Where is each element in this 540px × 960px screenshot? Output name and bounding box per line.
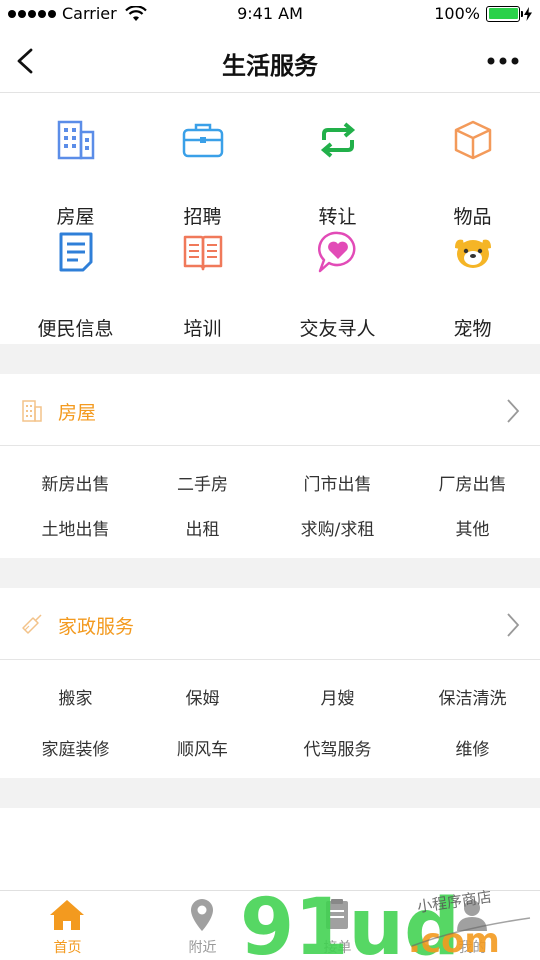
- category-transfer[interactable]: 转让: [270, 118, 405, 228]
- status-right: 100%: [434, 4, 532, 23]
- clipboard-icon: [326, 899, 348, 929]
- swap-arrows-icon: [320, 122, 356, 158]
- tab-nearby[interactable]: 附近: [135, 891, 270, 960]
- category-housing[interactable]: 房屋: [8, 118, 143, 228]
- service-item-carpool[interactable]: 顺风车: [135, 735, 270, 760]
- tab-label: 首页: [53, 940, 82, 956]
- housing-item-factory[interactable]: 厂房出售: [405, 470, 540, 495]
- battery-icon: [486, 5, 523, 22]
- broom-icon: [22, 614, 42, 634]
- more-icon[interactable]: [486, 54, 520, 68]
- category-label: 招聘: [183, 206, 222, 228]
- housing-item-new[interactable]: 新房出售: [8, 470, 143, 495]
- category-recruit[interactable]: 招聘: [135, 118, 270, 228]
- housing-item-second-hand[interactable]: 二手房: [135, 470, 270, 495]
- user-icon: [457, 900, 487, 931]
- section-divider: [0, 558, 540, 588]
- category-label: 便民信息: [37, 318, 114, 340]
- category-label: 转让: [318, 206, 357, 228]
- section-title: 家政服务: [58, 616, 135, 638]
- service-item-moving[interactable]: 搬家: [8, 684, 143, 709]
- briefcase-icon: [182, 123, 224, 158]
- category-goods[interactable]: 物品: [405, 118, 540, 228]
- housing-header[interactable]: 房屋: [0, 374, 540, 446]
- category-label: 交友寻人: [299, 318, 376, 340]
- service-item-repair[interactable]: 维修: [405, 735, 540, 760]
- section-title: 房屋: [58, 402, 97, 424]
- homeservice-header[interactable]: 家政服务: [0, 588, 540, 660]
- category-convenience[interactable]: 便民信息: [8, 230, 143, 340]
- housing-item-wanted[interactable]: 求购/求租: [270, 515, 405, 540]
- housing-item-other[interactable]: 其他: [405, 515, 540, 540]
- homeservice-section: 家政服务 搬家 保姆 月嫂 保洁清洗 家庭装修 顺风车 代驾服务 维修: [0, 588, 540, 778]
- service-item-renovation[interactable]: 家庭装修: [8, 735, 143, 760]
- heart-bubble-icon: [318, 231, 356, 273]
- category-dating[interactable]: 交友寻人: [270, 230, 405, 340]
- chevron-right-icon[interactable]: [506, 398, 520, 424]
- document-icon: [59, 232, 93, 272]
- page-title: 生活服务: [222, 52, 318, 80]
- battery-percent: 100%: [434, 4, 480, 23]
- tab-me[interactable]: 我的: [405, 891, 540, 960]
- service-item-nanny[interactable]: 保姆: [135, 684, 270, 709]
- home-icon: [50, 900, 84, 930]
- category-label: 培训: [183, 318, 222, 340]
- service-item-maternity[interactable]: 月嫂: [270, 684, 405, 709]
- tab-home[interactable]: 首页: [0, 891, 135, 960]
- tab-orders[interactable]: 接单: [270, 891, 405, 960]
- box-icon: [454, 120, 492, 160]
- status-bar: Carrier 9:41 AM 100%: [0, 0, 540, 30]
- section-divider: [0, 344, 540, 374]
- category-pet[interactable]: 宠物: [405, 230, 540, 340]
- housing-item-rent[interactable]: 出租: [135, 515, 270, 540]
- open-book-icon: [183, 235, 223, 271]
- category-label: 物品: [453, 206, 492, 228]
- location-pin-icon: [191, 899, 213, 931]
- building-icon: [57, 120, 95, 160]
- charging-bolt-icon: [524, 6, 532, 21]
- housing-section: 房屋 新房出售 二手房 门市出售 厂房出售 土地出售 出租 求购/求租 其他: [0, 374, 540, 558]
- service-item-cleaning[interactable]: 保洁清洗: [405, 684, 540, 709]
- housing-item-storefront[interactable]: 门市出售: [270, 470, 405, 495]
- navigation-bar: 生活服务: [0, 30, 540, 93]
- category-label: 房屋: [56, 206, 95, 228]
- chevron-right-icon[interactable]: [506, 612, 520, 638]
- category-label: 宠物: [453, 318, 492, 340]
- housing-item-land[interactable]: 土地出售: [8, 515, 143, 540]
- tab-label: 接单: [323, 940, 352, 956]
- tab-label: 附近: [188, 940, 217, 956]
- building-icon: [22, 400, 42, 422]
- category-grid: 房屋 招聘 转让 物品 便民信息 培训 交友寻人 宠物: [0, 94, 540, 344]
- tab-label: 我的: [458, 940, 487, 956]
- service-item-driver[interactable]: 代驾服务: [270, 735, 405, 760]
- tab-bar: 首页 附近 接单 我的: [0, 890, 540, 960]
- dog-icon: [455, 239, 491, 268]
- section-divider: [0, 778, 540, 808]
- category-training[interactable]: 培训: [135, 230, 270, 340]
